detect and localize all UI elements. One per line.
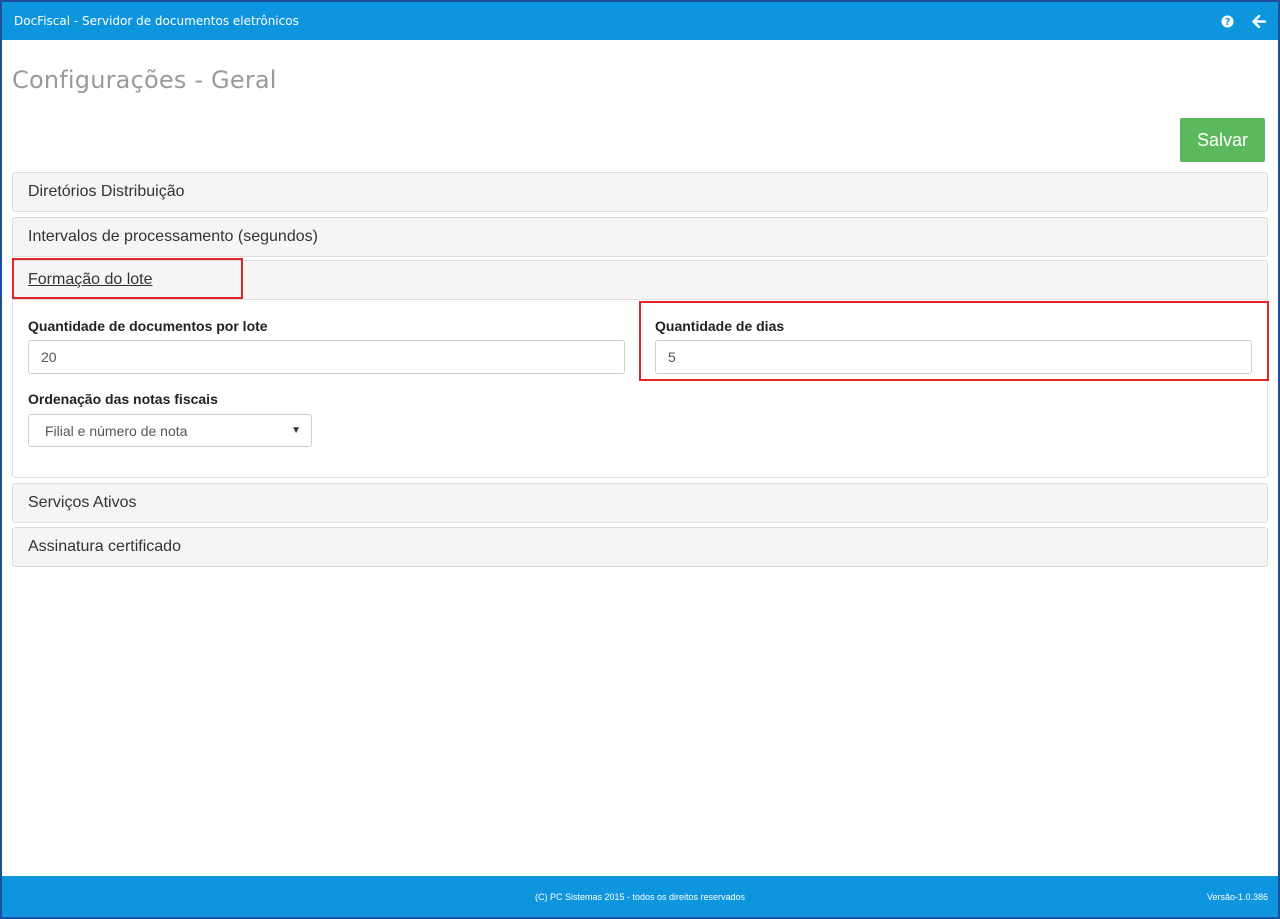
save-button[interactable]: Salvar xyxy=(1180,118,1265,162)
panel-diretorios-distribuicao[interactable]: Diretórios Distribuição xyxy=(12,172,1268,212)
ordenacao-select[interactable]: Filial e número de nota ▼ xyxy=(28,414,312,447)
app-window: DocFiscal - Servidor de documentos eletr… xyxy=(0,0,1280,919)
panel-header-servicos[interactable]: Serviços Ativos xyxy=(13,484,1267,522)
app-title: DocFiscal - Servidor de documentos eletr… xyxy=(14,14,299,28)
qtd-dias-input[interactable] xyxy=(655,340,1252,374)
top-bar: DocFiscal - Servidor de documentos eletr… xyxy=(2,2,1278,40)
panel-formacao-lote: Formação do lote Quantidade de documento… xyxy=(12,260,1268,478)
ordenacao-label: Ordenação das notas fiscais xyxy=(28,391,218,407)
footer-version: Versão-1.0.386 xyxy=(1206,891,1268,902)
help-icon[interactable]: ? xyxy=(1221,14,1234,28)
ordenacao-selected-value: Filial e número de nota xyxy=(45,422,188,439)
qtd-documentos-input[interactable] xyxy=(28,340,625,374)
footer-copyright: (C) PC Sistemas 2015 - todos os direitos… xyxy=(534,891,746,902)
header-actions: ? xyxy=(1221,14,1266,28)
svg-text:?: ? xyxy=(1225,16,1230,27)
panel-header-intervalos[interactable]: Intervalos de processamento (segundos) xyxy=(13,218,1267,256)
panel-header-diretorios[interactable]: Diretórios Distribuição xyxy=(13,173,1267,211)
panel-intervalos-processamento[interactable]: Intervalos de processamento (segundos) xyxy=(12,217,1268,257)
qtd-documentos-label: Quantidade de documentos por lote xyxy=(28,318,268,334)
panel-header-formacao-lote[interactable]: Formação do lote xyxy=(13,261,1267,299)
footer: (C) PC Sistemas 2015 - todos os direitos… xyxy=(2,876,1278,917)
page-title: Configurações - Geral xyxy=(12,66,277,94)
panel-assinatura-certificado[interactable]: Assinatura certificado xyxy=(12,527,1268,567)
panel-servicos-ativos[interactable]: Serviços Ativos xyxy=(12,483,1268,523)
panel-header-assinatura[interactable]: Assinatura certificado xyxy=(13,528,1267,566)
caret-down-icon: ▼ xyxy=(291,425,301,436)
panel-body-formacao-lote: Quantidade de documentos por lote Quanti… xyxy=(13,299,1267,477)
qtd-dias-label: Quantidade de dias xyxy=(655,318,785,334)
back-arrow-icon[interactable] xyxy=(1252,14,1266,28)
